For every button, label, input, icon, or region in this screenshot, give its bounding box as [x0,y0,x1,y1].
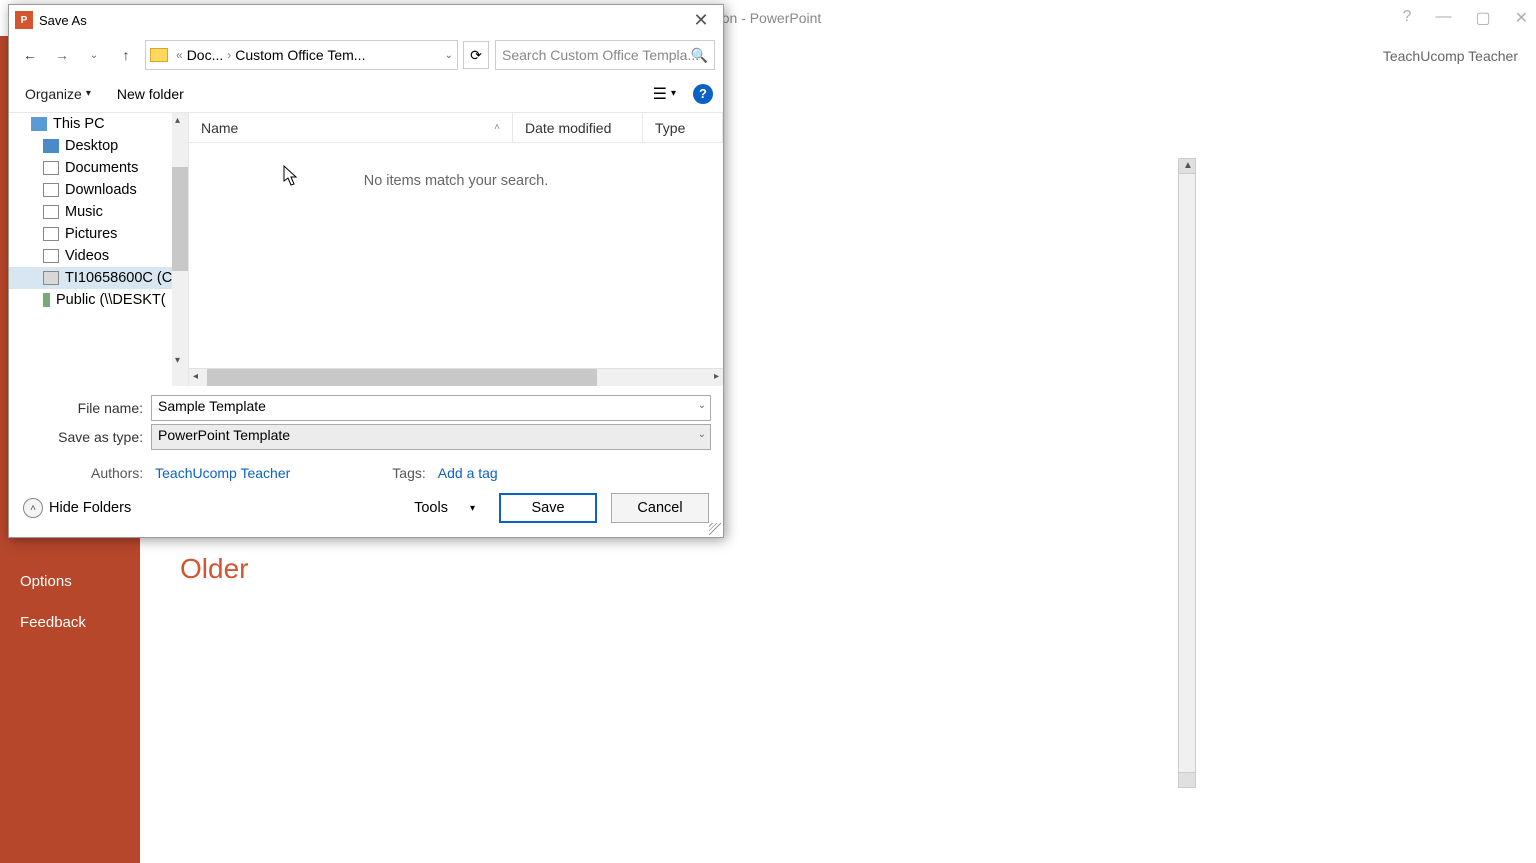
authors-label: Authors: [91,465,143,481]
tree-item-drive-c[interactable]: TI10658600C (C:) [9,267,188,289]
account-name[interactable]: TeachUcomp Teacher [1383,48,1518,64]
forward-button: → [49,42,75,68]
address-bar[interactable]: « Doc... › Custom Office Tem... ⌄ [145,40,458,70]
metadata-row: Authors: TeachUcomp Teacher Tags: Add a … [9,457,723,485]
search-placeholder: Search Custom Office Templa... [502,47,699,63]
chevron-down-icon[interactable]: ⌄ [698,400,706,411]
videos-icon [43,249,59,263]
resize-grip[interactable] [709,523,721,535]
ppt-title: tion - PowerPoint [715,10,822,26]
chevron-down-icon[interactable]: ⌄ [698,429,706,440]
sidebar-item-feedback[interactable]: Feedback [0,602,140,643]
save-button[interactable]: Save [499,493,597,523]
chevron-down-icon: ▾ [86,88,91,99]
music-icon [43,205,59,219]
search-icon[interactable]: 🔍 [691,47,708,64]
older-heading: Older [180,553,1156,585]
tags-value[interactable]: Add a tag [438,465,498,481]
column-headers: Name˄ Date modified Type [189,113,723,143]
folder-tree[interactable]: This PC Desktop Documents Downloads Musi… [9,113,189,386]
tree-item-public[interactable]: Public (\\DESKT(⌄ [9,289,188,311]
cancel-button[interactable]: Cancel [611,493,709,523]
chevron-down-icon: ▾ [671,88,676,99]
tree-scrollbar[interactable]: ▴ ▾ [172,113,188,386]
tree-item-thispc[interactable]: This PC [9,113,188,135]
chevron-right-icon[interactable]: › [227,48,231,62]
new-folder-button[interactable]: New folder [117,86,184,102]
chevron-up-icon: ˄ [23,498,43,518]
sort-asc-icon: ˄ [494,122,500,133]
empty-message: No items match your search. [189,143,723,368]
refresh-button[interactable]: ⟳ [463,41,489,69]
sidebar-item-options[interactable]: Options [0,561,140,602]
desktop-icon [43,139,59,153]
pc-icon [31,117,47,131]
network-icon [43,293,50,307]
dialog-close-button[interactable]: ✕ [685,10,717,31]
scroll-right-icon[interactable]: ▸ [714,371,719,382]
dialog-titlebar: P Save As ✕ [9,5,723,35]
col-date[interactable]: Date modified [513,113,643,142]
tree-item-music[interactable]: Music [9,201,188,223]
dialog-toolbar: Organize ▾ New folder ☰ ▾ ? [9,75,723,113]
scroll-up-icon[interactable]: ▴ [175,115,180,126]
nav-bar: ← → ⌄ ↑ « Doc... › Custom Office Tem... … [9,35,723,75]
tree-item-documents[interactable]: Documents [9,157,188,179]
tree-item-videos[interactable]: Videos [9,245,188,267]
breadcrumb-sep: « [176,48,183,62]
drive-icon [43,271,59,285]
hide-folders-button[interactable]: ˄ Hide Folders [23,498,131,518]
tags-label: Tags: [392,465,425,481]
chevron-down-icon: ▾ [470,503,475,514]
chevron-down-icon[interactable]: ⌄ [445,50,453,61]
authors-value[interactable]: TeachUcomp Teacher [155,465,290,481]
tools-button[interactable]: Tools ▾ [404,496,485,520]
search-input[interactable]: Search Custom Office Templa... 🔍 [495,40,715,70]
tree-item-downloads[interactable]: Downloads [9,179,188,201]
pictures-icon [43,227,59,241]
dialog-title: Save As [39,13,685,28]
help-button[interactable]: ? [693,84,713,104]
col-name[interactable]: Name˄ [189,113,513,142]
file-list: Name˄ Date modified Type No items match … [189,113,723,386]
folder-icon [150,48,168,62]
recent-locations-icon[interactable]: ⌄ [81,42,107,68]
organize-button[interactable]: Organize ▾ [19,82,97,106]
scroll-down-icon[interactable]: ▼ [1183,775,1193,786]
powerpoint-icon: P [15,11,33,29]
tree-item-pictures[interactable]: Pictures [9,223,188,245]
close-icon[interactable]: ✕ [1515,8,1528,28]
scroll-left-icon[interactable]: ◂ [193,371,198,382]
save-fields: File name: Sample Template ⌄ Save as typ… [9,386,723,457]
minimize-icon[interactable]: — [1435,8,1451,28]
list-view-icon: ☰ [653,84,667,104]
file-hscrollbar[interactable]: ◂ ▸ [189,368,723,386]
scrollbar-thumb[interactable] [172,167,188,271]
documents-icon [43,161,59,175]
content-scrollbar[interactable]: ▲ ▼ [1178,158,1196,788]
scroll-down-icon[interactable]: ▾ [175,355,180,366]
filename-input[interactable]: Sample Template ⌄ [151,395,711,421]
col-type[interactable]: Type [643,113,723,142]
help-icon[interactable]: ? [1403,8,1412,28]
maximize-icon[interactable]: ▢ [1475,8,1490,28]
dialog-buttons: ˄ Hide Folders Tools ▾ Save Cancel [9,485,723,537]
back-button[interactable]: ← [17,42,43,68]
dialog-body: This PC Desktop Documents Downloads Musi… [9,113,723,386]
savetype-label: Save as type: [21,429,151,445]
scroll-up-icon[interactable]: ▲ [1183,160,1193,171]
tree-item-desktop[interactable]: Desktop [9,135,188,157]
breadcrumb-part[interactable]: Custom Office Tem... [235,47,365,63]
downloads-icon [43,183,59,197]
up-button[interactable]: ↑ [113,42,139,68]
view-button[interactable]: ☰ ▾ [646,81,683,107]
breadcrumb-part[interactable]: Doc... [187,47,224,63]
savetype-select[interactable]: PowerPoint Template ⌄ [151,424,711,450]
scrollbar-thumb[interactable] [207,369,597,386]
filename-label: File name: [21,400,151,416]
save-as-dialog: P Save As ✕ ← → ⌄ ↑ « Doc... › Custom Of… [8,4,724,538]
